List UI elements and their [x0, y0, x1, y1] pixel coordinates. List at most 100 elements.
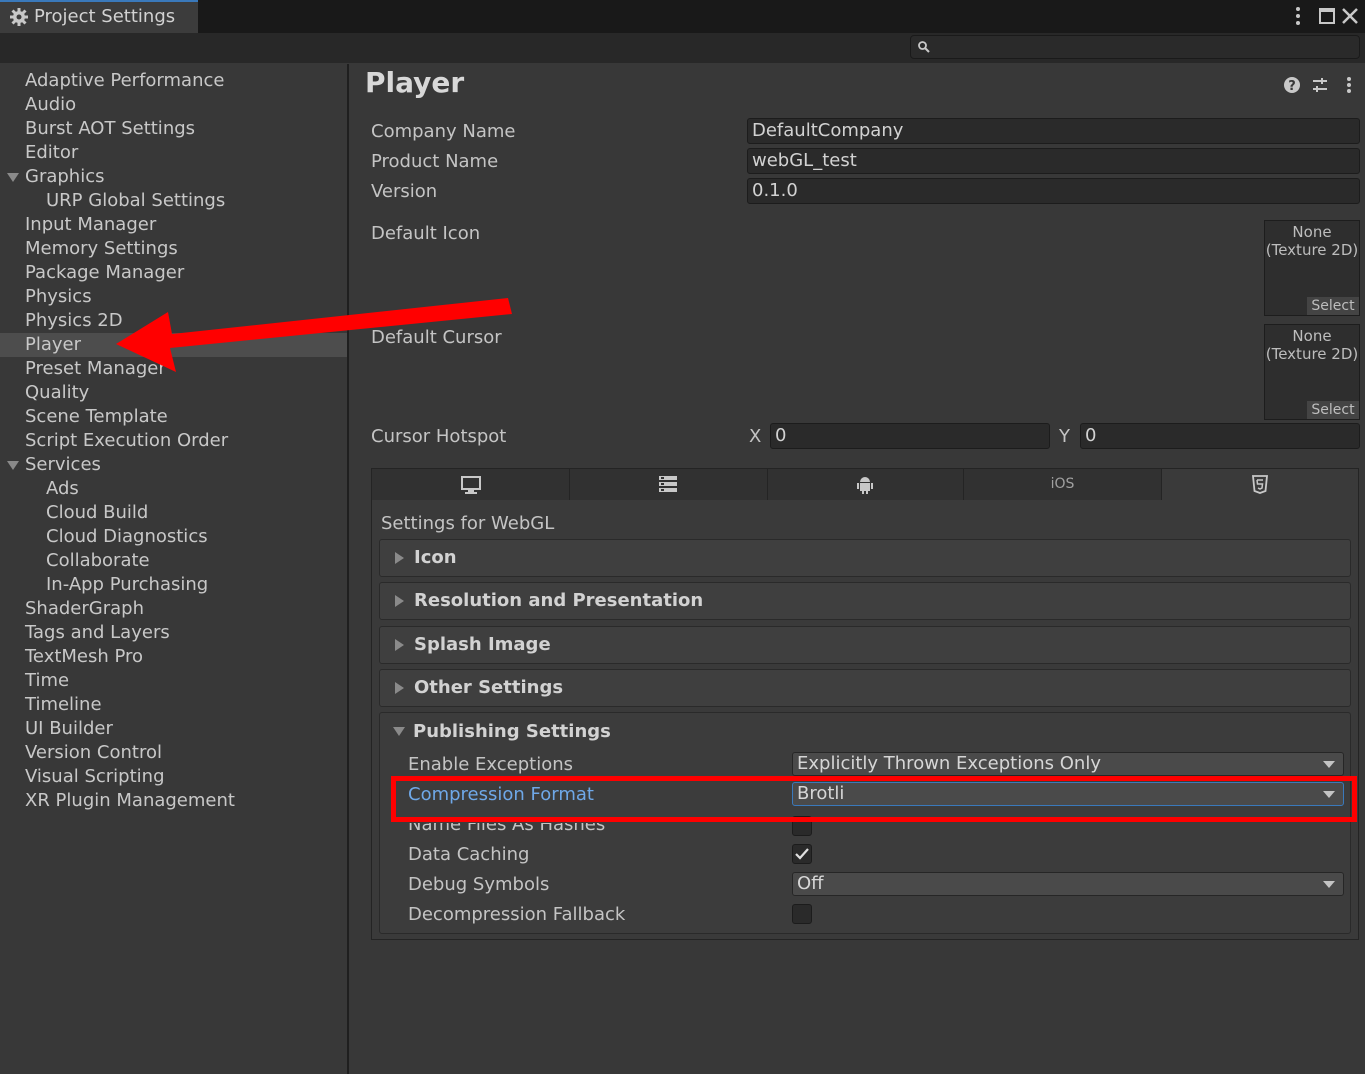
product-name-field[interactable]: webGL_test: [747, 148, 1360, 174]
debug-symbols-dropdown[interactable]: Off: [792, 872, 1344, 896]
annotation-highlight-box: [391, 776, 1357, 822]
sidebar-item-physics[interactable]: Physics: [25, 285, 92, 309]
sidebar-item-script-execution-order[interactable]: Script Execution Order: [25, 429, 228, 453]
window-titlebar: [0, 0, 1365, 33]
version-label: Version: [371, 181, 438, 202]
maximize-icon[interactable]: [1318, 7, 1336, 25]
sidebar-item-editor[interactable]: Editor: [25, 141, 78, 165]
default-cursor-select-button[interactable]: Select: [1307, 401, 1359, 419]
sidebar-item-cloud-build[interactable]: Cloud Build: [46, 501, 148, 525]
company-name-field[interactable]: DefaultCompany: [747, 118, 1360, 144]
decompression-fallback-label: Decompression Fallback: [408, 904, 626, 925]
android-icon: [857, 477, 873, 494]
sidebar-item-version-control[interactable]: Version Control: [25, 741, 162, 765]
sidebar-item-shadergraph[interactable]: ShaderGraph: [25, 597, 144, 621]
default-icon-value: None (Texture 2D): [1265, 223, 1359, 259]
default-cursor-field[interactable]: None (Texture 2D) Select: [1264, 324, 1360, 420]
page-title: Player: [365, 66, 465, 99]
sidebar-item-ui-builder[interactable]: UI Builder: [25, 717, 113, 741]
sidebar-item-visual-scripting[interactable]: Visual Scripting: [25, 765, 165, 789]
sidebar-item-collaborate[interactable]: Collaborate: [46, 549, 150, 573]
foldout-resolution-and-presentation[interactable]: Resolution and Presentation: [379, 582, 1351, 620]
chevron-down-icon: [1323, 761, 1335, 768]
svg-text:?: ?: [1288, 79, 1296, 94]
default-icon-select-button[interactable]: Select: [1307, 297, 1359, 315]
window-title: Project Settings: [34, 6, 176, 27]
sidebar-item-player[interactable]: Player: [25, 333, 81, 357]
search-input[interactable]: [910, 35, 1360, 59]
company-name-label: Company Name: [371, 121, 516, 142]
close-icon[interactable]: [1340, 6, 1360, 26]
default-cursor-value: None (Texture 2D): [1265, 327, 1359, 363]
foldout-collapsed-icon: [395, 639, 404, 651]
sidebar-item-timeline[interactable]: Timeline: [25, 693, 102, 717]
foldout-icon[interactable]: Icon: [379, 539, 1351, 577]
sidebar-item-cloud-diagnostics[interactable]: Cloud Diagnostics: [46, 525, 208, 549]
sidebar-item-services[interactable]: Services: [25, 453, 101, 477]
sidebar-item-audio[interactable]: Audio: [25, 93, 76, 117]
services-expand-icon[interactable]: [7, 461, 19, 470]
foldout-splash-image[interactable]: Splash Image: [379, 626, 1351, 664]
publishing-settings-title[interactable]: Publishing Settings: [413, 721, 611, 742]
sidebar-item-xr-plugin-management[interactable]: XR Plugin Management: [25, 789, 235, 813]
product-name-label: Product Name: [371, 151, 499, 172]
foldout-collapsed-icon: [395, 682, 404, 694]
help-icon[interactable]: ?: [1283, 76, 1301, 94]
cursor-hotspot-y-field[interactable]: 0: [1080, 423, 1360, 449]
more-options-icon[interactable]: [1290, 5, 1306, 27]
presets-icon[interactable]: [1311, 76, 1329, 94]
settings-for-webgl-label: Settings for WebGL: [381, 513, 555, 534]
debug-symbols-value: Off: [797, 873, 824, 894]
sidebar-item-memory-settings[interactable]: Memory Settings: [25, 237, 178, 261]
tab-webgl[interactable]: [1162, 469, 1358, 500]
decompression-fallback-checkbox[interactable]: [792, 904, 812, 924]
tab-dedicated-server[interactable]: [570, 469, 768, 500]
sidebar-item-input-manager[interactable]: Input Manager: [25, 213, 156, 237]
search-icon: [918, 41, 930, 53]
graphics-expand-icon[interactable]: [7, 173, 19, 182]
default-icon-label: Default Icon: [371, 223, 481, 244]
cursor-hotspot-label: Cursor Hotspot: [371, 426, 507, 447]
panel-menu-icon[interactable]: [1342, 76, 1356, 94]
sidebar-item-in-app-purchasing[interactable]: In-App Purchasing: [46, 573, 208, 597]
sidebar-item-urp-global-settings[interactable]: URP Global Settings: [46, 189, 225, 213]
foldout-collapsed-icon: [395, 552, 404, 564]
window-tab[interactable]: Project Settings: [0, 0, 198, 33]
gear-icon: [10, 8, 28, 26]
enable-exceptions-label: Enable Exceptions: [408, 754, 573, 775]
cursor-hotspot-x-field[interactable]: 0: [770, 423, 1050, 449]
tab-standalone[interactable]: [372, 469, 570, 500]
foldout-other-title: Other Settings: [414, 677, 564, 698]
sidebar-item-tags-and-layers[interactable]: Tags and Layers: [25, 621, 170, 645]
enable-exceptions-dropdown[interactable]: Explicitly Thrown Exceptions Only: [792, 752, 1344, 776]
sidebar-item-quality[interactable]: Quality: [25, 381, 89, 405]
foldout-icon-title: Icon: [414, 547, 457, 568]
settings-sidebar: Adaptive Performance Audio Burst AOT Set…: [0, 64, 347, 1074]
default-icon-field[interactable]: None (Texture 2D) Select: [1264, 220, 1360, 316]
data-caching-checkbox[interactable]: [792, 844, 812, 864]
cursor-hotspot-y-label: Y: [1059, 426, 1070, 447]
sidebar-item-adaptive-performance[interactable]: Adaptive Performance: [25, 69, 224, 93]
sidebar-item-time[interactable]: Time: [25, 669, 69, 693]
sidebar-item-burst-aot-settings[interactable]: Burst AOT Settings: [25, 117, 195, 141]
tab-ios[interactable]: iOS: [964, 469, 1162, 500]
foldout-expanded-icon[interactable]: [393, 727, 405, 736]
chevron-down-icon: [1323, 881, 1335, 888]
sidebar-item-graphics[interactable]: Graphics: [25, 165, 105, 189]
sidebar-item-package-manager[interactable]: Package Manager: [25, 261, 184, 285]
panel-divider[interactable]: [347, 64, 349, 1074]
foldout-other-settings[interactable]: Other Settings: [379, 669, 1351, 707]
foldout-collapsed-icon: [395, 595, 404, 607]
annotation-arrow-icon: [116, 298, 512, 372]
debug-symbols-label: Debug Symbols: [408, 874, 550, 895]
checkmark-icon: [795, 848, 809, 860]
sidebar-item-physics-2d[interactable]: Physics 2D: [25, 309, 123, 333]
enable-exceptions-value: Explicitly Thrown Exceptions Only: [797, 753, 1101, 774]
sidebar-item-scene-template[interactable]: Scene Template: [25, 405, 168, 429]
version-field[interactable]: 0.1.0: [747, 178, 1360, 204]
sidebar-item-textmesh-pro[interactable]: TextMesh Pro: [25, 645, 143, 669]
server-icon: [659, 476, 677, 492]
sidebar-item-ads[interactable]: Ads: [46, 477, 79, 501]
tab-android[interactable]: [768, 469, 964, 500]
cursor-hotspot-x-label: X: [749, 426, 762, 447]
